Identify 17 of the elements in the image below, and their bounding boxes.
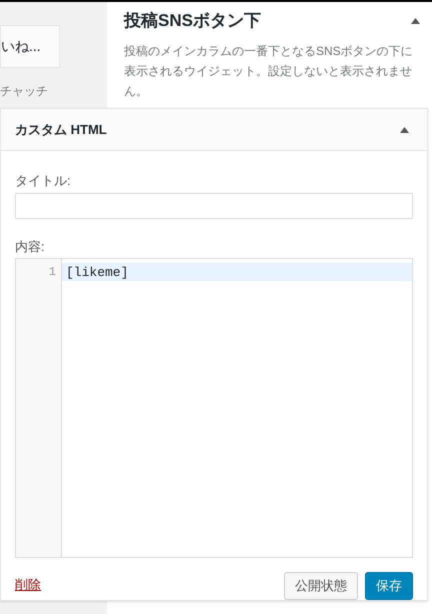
delete-link[interactable]: 削除 xyxy=(15,575,41,594)
collapse-arrow-icon[interactable] xyxy=(411,18,420,24)
title-input-field[interactable] xyxy=(15,192,413,218)
widget-header[interactable]: カスタム HTML xyxy=(1,109,427,151)
field-label: 内容: xyxy=(15,238,46,256)
line-number: 1 xyxy=(48,264,57,281)
code-editor[interactable]: 1 [likeme] xyxy=(15,258,413,558)
field-label: タイトル: xyxy=(15,172,72,190)
widget-description: チャッチ xyxy=(0,83,49,100)
widget-card-title: いね... xyxy=(1,37,41,56)
widget-description: 投稿のメインカラムの一番下となるSNSボタンの下に表示されるウイジェット。設定しないと表示されません。 xyxy=(124,42,414,100)
widget-card[interactable]: いね... xyxy=(0,25,60,68)
save-button[interactable]: 保存 xyxy=(365,572,413,600)
widget-title: 投稿SNSボタン下 xyxy=(124,10,261,32)
status-button[interactable]: 公開状態 xyxy=(284,572,358,600)
widget-title: カスタム HTML xyxy=(15,120,107,139)
collapse-arrow-icon[interactable] xyxy=(400,126,409,132)
